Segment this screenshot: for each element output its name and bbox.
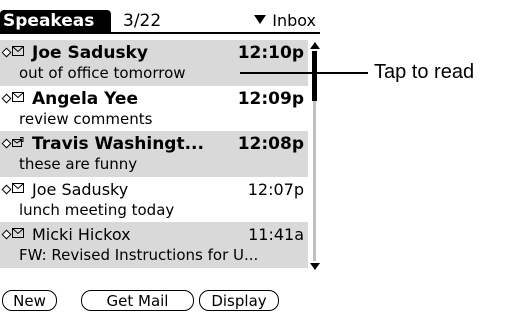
dropdown-triangle-icon: [254, 15, 267, 24]
title-bar: Speakeas 3/22 Inbox: [0, 10, 320, 32]
new-button[interactable]: New: [2, 290, 57, 311]
message-subject: FW: Revised Instructions for U...: [19, 246, 259, 264]
speakeasy-screen: Speakeas 3/22 Inbox Joe Sadusky 12:10p o…: [0, 0, 320, 312]
scroll-thumb[interactable]: [312, 51, 317, 101]
diamond-icon: [2, 139, 10, 147]
envelope-icon: [12, 228, 24, 238]
message-time: 12:09p: [237, 88, 304, 109]
message-time: 12:08p: [237, 134, 304, 154]
message-subject: review comments: [19, 109, 153, 128]
message-counter: 3/22: [123, 11, 162, 31]
message-row[interactable]: Travis Washingt... 12:08p these are funn…: [0, 131, 308, 177]
diamond-icon: [2, 48, 10, 56]
message-sender: Angela Yee: [32, 88, 138, 109]
scroll-up-arrow-icon[interactable]: [310, 42, 320, 49]
display-button[interactable]: Display: [199, 290, 279, 311]
message-row[interactable]: Joe Sadusky 12:07p lunch meeting today: [0, 177, 308, 223]
diamond-icon: [2, 94, 10, 102]
callout-line: [240, 72, 368, 74]
message-row[interactable]: Angela Yee 12:09p review comments: [0, 86, 308, 132]
envelope-icon: [12, 182, 24, 193]
callout-label: Tap to read: [374, 61, 475, 83]
message-time: 12:10p: [237, 43, 304, 63]
diamond-icon: [2, 230, 10, 238]
message-time: 12:07p: [247, 179, 304, 199]
message-row[interactable]: Micki Hickox 11:41a FW: Revised Instruct…: [0, 222, 308, 268]
app-title: Speakeas: [0, 10, 111, 32]
title-divider: [0, 32, 320, 34]
message-row[interactable]: Joe Sadusky 12:10p out of office tomorro…: [0, 40, 308, 86]
folder-picker[interactable]: Inbox: [254, 10, 316, 32]
message-subject: lunch meeting today: [19, 200, 175, 219]
get-mail-button[interactable]: Get Mail: [81, 290, 194, 311]
message-sender: Joe Sadusky: [32, 43, 148, 63]
scroll-down-arrow-icon[interactable]: [310, 263, 320, 270]
message-subject: these are funny: [19, 155, 138, 173]
message-sender: Joe Sadusky: [32, 179, 129, 199]
diamond-icon: [2, 185, 10, 193]
envelope-icon: [12, 91, 24, 102]
envelope-attachment-icon: [12, 137, 24, 147]
envelope-icon: [12, 46, 24, 56]
scrollbar[interactable]: [309, 40, 320, 272]
message-time: 11:41a: [248, 225, 304, 244]
button-bar: New Get Mail Display: [0, 290, 320, 312]
message-sender: Micki Hickox: [32, 225, 131, 244]
folder-label: Inbox: [272, 11, 316, 30]
message-list: Joe Sadusky 12:10p out of office tomorro…: [0, 40, 308, 268]
message-sender: Travis Washingt...: [32, 134, 204, 154]
